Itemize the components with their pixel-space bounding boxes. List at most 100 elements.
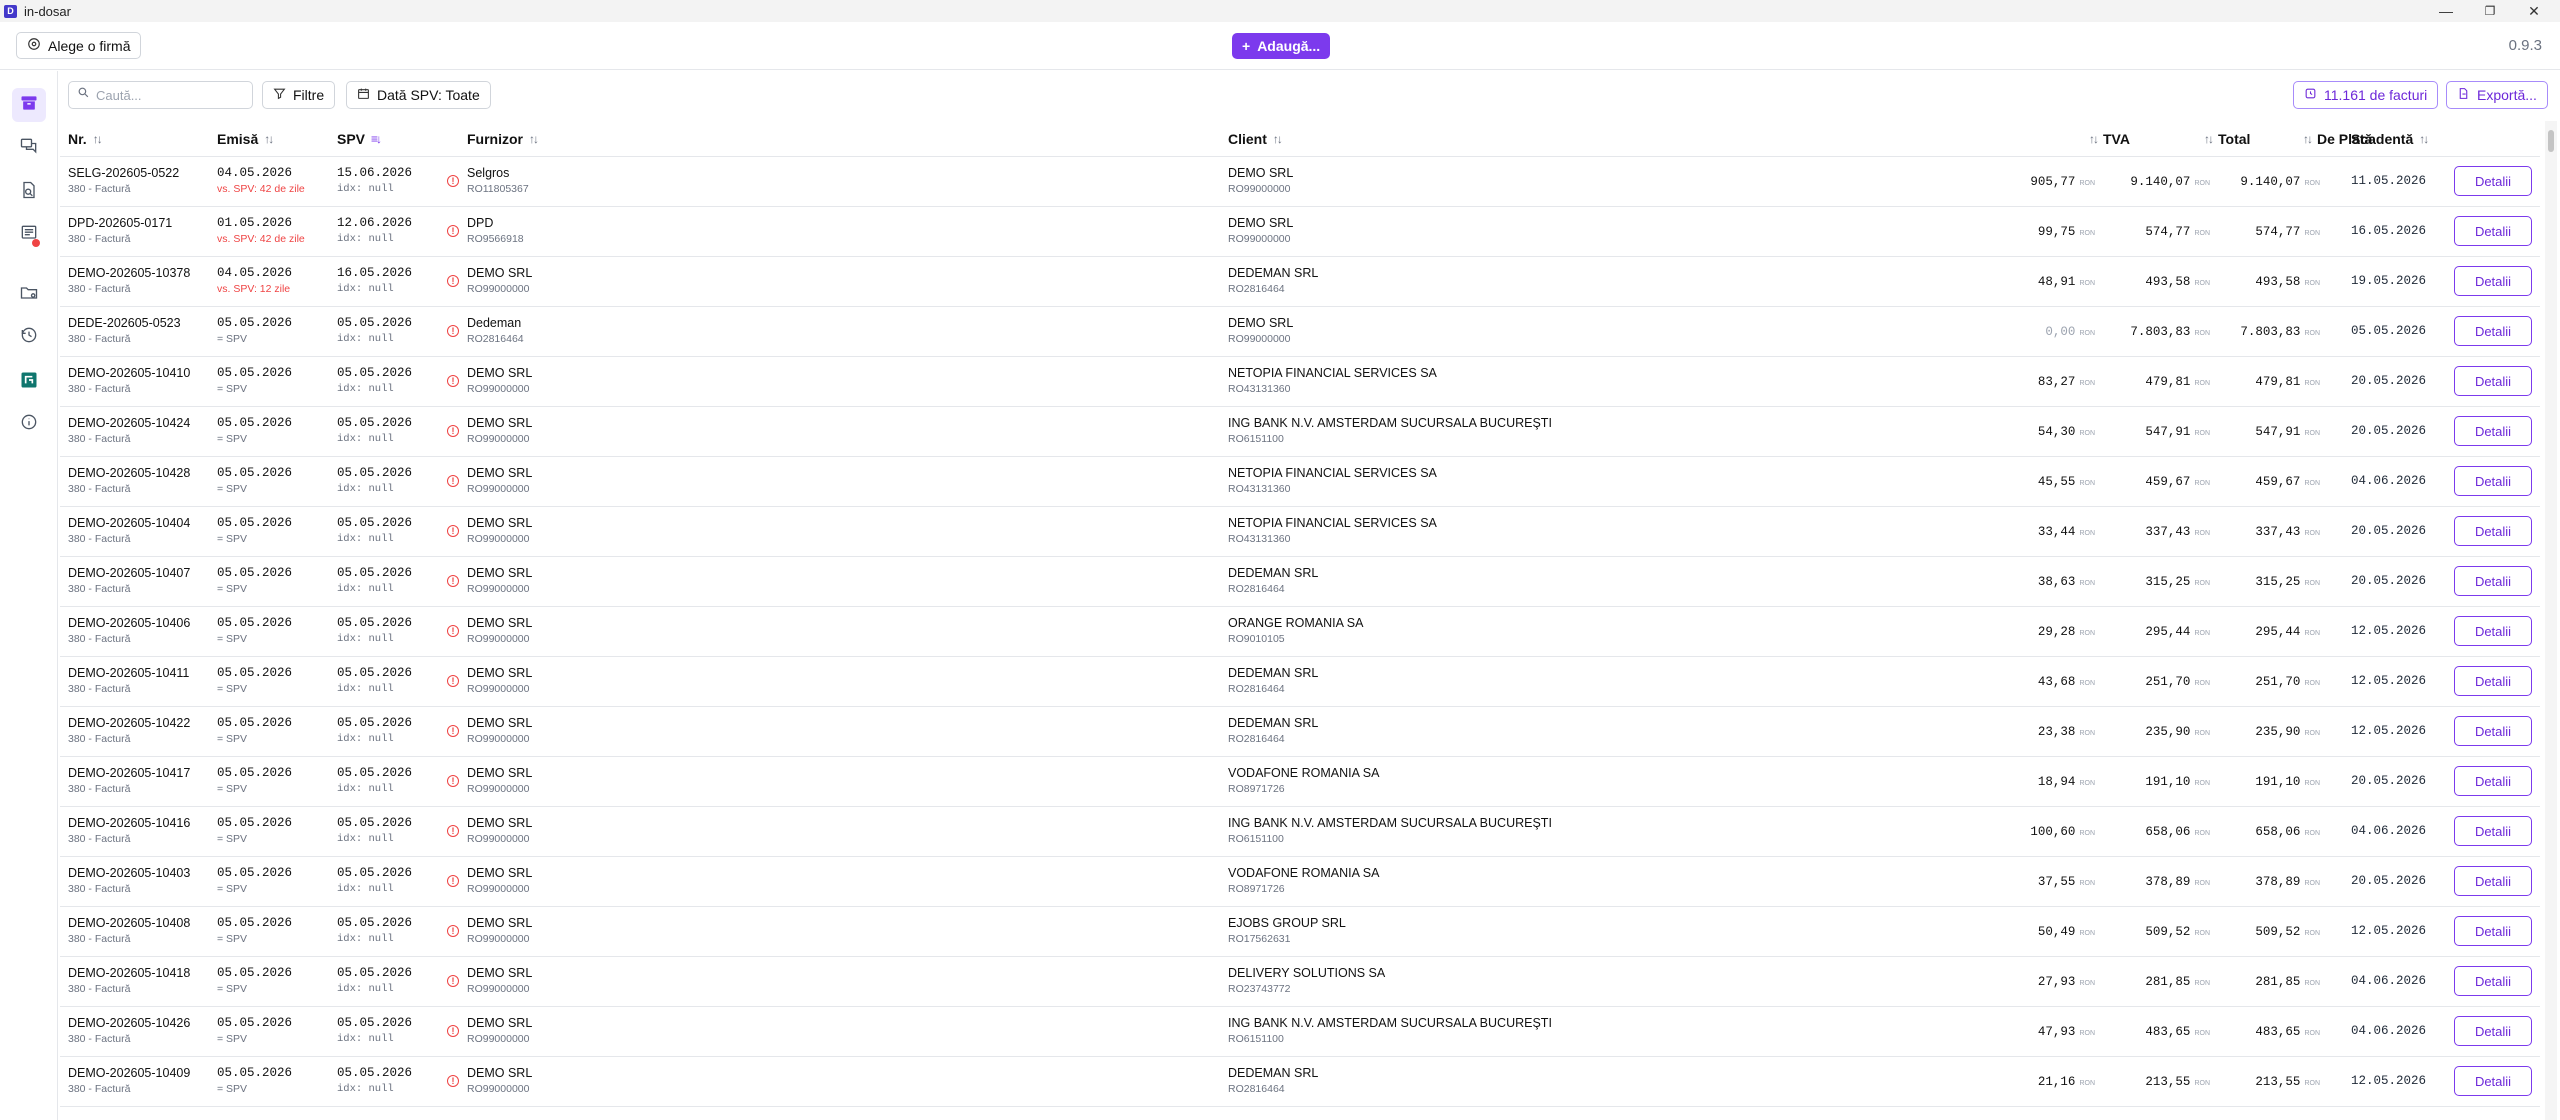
sidebar-item-receipts[interactable]: [12, 218, 46, 252]
search-input[interactable]: [96, 87, 246, 103]
scrollbar-track[interactable]: [2545, 121, 2557, 1120]
invoice-count-button[interactable]: 11.161 de facturi: [2293, 81, 2439, 109]
details-button[interactable]: Detalii: [2454, 616, 2532, 646]
column-nr-label: Nr.: [68, 131, 87, 147]
column-spv-label: SPV: [337, 131, 366, 147]
table-row[interactable]: DEMO-202605-10416 380 - Factură 05.05.20…: [60, 807, 2540, 857]
total-value: 213,55: [2145, 1075, 2191, 1089]
column-spv[interactable]: SPV ≡↓: [337, 121, 382, 157]
details-button[interactable]: Detalii: [2454, 716, 2532, 746]
table-row[interactable]: DEMO-202605-10404 380 - Factură 05.05.20…: [60, 507, 2540, 557]
client-name: ING BANK N.V. AMSTERDAM SUCURSALA BUCURE…: [1228, 1016, 1552, 1030]
details-button[interactable]: Detalii: [2454, 1016, 2532, 1046]
supplier-name: DEMO SRL: [467, 566, 533, 580]
table-row[interactable]: DEMO-202605-10426 380 - Factură 05.05.20…: [60, 1007, 2540, 1057]
alert-circle-icon: !: [447, 1075, 459, 1087]
details-button[interactable]: Detalii: [2454, 766, 2532, 796]
column-total[interactable]: ↑↓ Total: [2204, 121, 2250, 157]
spv-date: 05.05.2026: [337, 966, 413, 980]
details-button[interactable]: Detalii: [2454, 516, 2532, 546]
table-row[interactable]: DEMO-202605-10403 380 - Factură 05.05.20…: [60, 857, 2540, 907]
table-row[interactable]: DEMO-202605-10417 380 - Factură 05.05.20…: [60, 757, 2540, 807]
app-version: 0.9.3: [2508, 37, 2542, 54]
table-row[interactable]: DEMO-202605-10378 380 - Factură 04.05.20…: [60, 257, 2540, 307]
details-button[interactable]: Detalii: [2454, 316, 2532, 346]
maximize-button[interactable]: ❐: [2468, 0, 2512, 22]
details-button[interactable]: Detalii: [2454, 566, 2532, 596]
vat-amount: 83,27 RON: [2038, 374, 2095, 389]
invoice-number: DEMO-202605-10426: [68, 1016, 191, 1030]
search-icon: [77, 86, 90, 104]
details-button[interactable]: Detalii: [2454, 166, 2532, 196]
supplier-cui: RO99000000: [467, 783, 530, 795]
choose-company-button[interactable]: Alege o firmă: [16, 32, 142, 59]
table-row[interactable]: DEMO-202605-10411 380 - Factură 05.05.20…: [60, 657, 2540, 707]
details-button[interactable]: Detalii: [2454, 866, 2532, 896]
column-furnizor[interactable]: Furnizor ↑↓: [467, 121, 539, 157]
payable-value: 191,10: [2255, 775, 2301, 789]
details-button[interactable]: Detalii: [2454, 466, 2532, 496]
search-box[interactable]: [68, 81, 253, 109]
archive-icon: [19, 93, 39, 118]
table-row[interactable]: SELG-202605-0522 380 - Factură 04.05.202…: [60, 157, 2540, 207]
sidebar-item-info[interactable]: [12, 407, 46, 441]
issue-date: 05.05.2026: [217, 416, 293, 430]
details-button[interactable]: Detalii: [2454, 416, 2532, 446]
folder-settings-icon: [19, 283, 39, 308]
details-button[interactable]: Detalii: [2454, 966, 2532, 996]
invoice-type: 380 - Factură: [68, 183, 131, 195]
scrollbar-thumb[interactable]: [2548, 130, 2554, 152]
close-window-button[interactable]: ✕: [2512, 0, 2556, 22]
client-name: NETOPIA FINANCIAL SERVICES SA: [1228, 366, 1437, 380]
payable-value: 479,81: [2255, 375, 2301, 389]
table-row[interactable]: DEMO-202605-10428 380 - Factură 05.05.20…: [60, 457, 2540, 507]
details-button[interactable]: Detalii: [2454, 1066, 2532, 1096]
table-row[interactable]: DEMO-202605-10424 380 - Factură 05.05.20…: [60, 407, 2540, 457]
column-emisa[interactable]: Emisă ↑↓: [217, 121, 274, 157]
details-button[interactable]: Detalii: [2454, 216, 2532, 246]
invoice-type: 380 - Factură: [68, 383, 131, 395]
currency-label: RON: [2079, 180, 2095, 187]
supplier-name: DEMO SRL: [467, 516, 533, 530]
table-row[interactable]: DEMO-202605-10407 380 - Factură 05.05.20…: [60, 557, 2540, 607]
add-button[interactable]: + Adaugă...: [1232, 33, 1331, 59]
currency-label: RON: [2079, 230, 2095, 237]
sidebar-item-messages[interactable]: [12, 131, 46, 165]
table-row[interactable]: DEMO-202605-10406 380 - Factură 05.05.20…: [60, 607, 2540, 657]
details-button[interactable]: Detalii: [2454, 266, 2532, 296]
due-date: 04.06.2026: [2351, 974, 2427, 988]
sidebar-item-history[interactable]: [12, 320, 46, 354]
filters-button[interactable]: Filtre: [262, 81, 336, 109]
details-button[interactable]: Detalii: [2454, 916, 2532, 946]
table-row[interactable]: DPD-202605-0171 380 - Factură 01.05.2026…: [60, 207, 2540, 257]
sidebar-item-folders[interactable]: [12, 278, 46, 312]
details-button[interactable]: Detalii: [2454, 366, 2532, 396]
details-button[interactable]: Detalii: [2454, 666, 2532, 696]
sidebar-item-brand[interactable]: [12, 365, 46, 399]
table-row[interactable]: DEMO-202605-10409 380 - Factură 05.05.20…: [60, 1057, 2540, 1107]
table-row[interactable]: DEMO-202605-10408 380 - Factură 05.05.20…: [60, 907, 2540, 957]
currency-label: RON: [2079, 580, 2095, 587]
vat-amount: 0,00 RON: [2045, 324, 2095, 339]
supplier-name: Dedeman: [467, 316, 522, 330]
client-cui: RO43131360: [1228, 383, 1291, 395]
column-nr[interactable]: Nr. ↑↓: [68, 121, 103, 157]
table-row[interactable]: DEMO-202605-10410 380 - Factură 05.05.20…: [60, 357, 2540, 407]
sidebar-item-documents[interactable]: [12, 175, 46, 209]
supplier-cui: RO99000000: [467, 483, 530, 495]
supplier-cui: RO99000000: [467, 633, 530, 645]
minimize-button[interactable]: —: [2424, 0, 2468, 22]
sidebar-item-invoices[interactable]: [12, 88, 46, 122]
column-client[interactable]: Client ↑↓: [1228, 121, 1283, 157]
sort-icon: ↑↓: [2419, 132, 2429, 146]
column-tva[interactable]: ↑↓ TVA: [2089, 121, 2130, 157]
payable-value: 235,90: [2255, 725, 2301, 739]
export-button[interactable]: Exportă...: [2446, 81, 2548, 109]
details-button[interactable]: Detalii: [2454, 816, 2532, 846]
table-row[interactable]: DEMO-202605-10418 380 - Factură 05.05.20…: [60, 957, 2540, 1007]
table-row[interactable]: DEMO-202605-10422 380 - Factură 05.05.20…: [60, 707, 2540, 757]
total-value: 459,67: [2145, 475, 2191, 489]
table-row[interactable]: DEDE-202605-0523 380 - Factură 05.05.202…: [60, 307, 2540, 357]
spv-date-button[interactable]: Dată SPV: Toate: [346, 81, 491, 109]
column-scadenta[interactable]: Scadentă ↑↓: [2351, 121, 2429, 157]
